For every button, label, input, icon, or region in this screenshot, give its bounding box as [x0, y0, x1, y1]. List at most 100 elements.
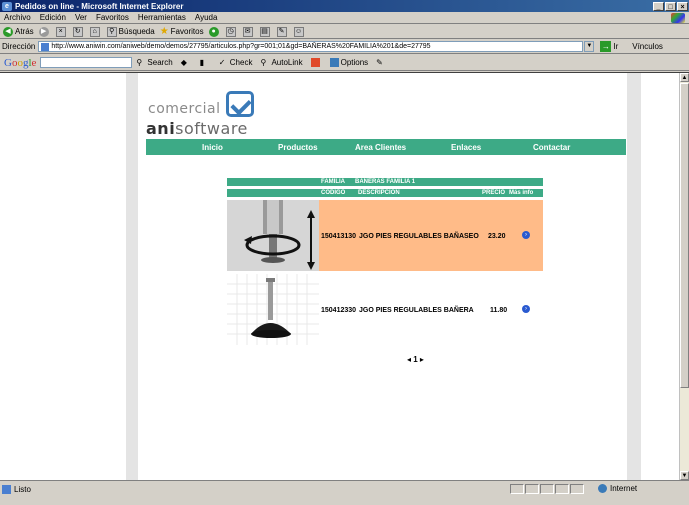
address-input[interactable]: http://www.aniwin.com/aniweb/demo/demos/… — [38, 41, 584, 52]
col-descripcion: DESCRIPCION — [358, 190, 400, 196]
window-title: Pedidos on line - Microsoft Internet Exp… — [15, 1, 184, 11]
search-button[interactable]: ⚲ Búsqueda — [106, 26, 155, 37]
popup-blocker-icon — [310, 58, 320, 67]
more-info-icon[interactable]: › — [522, 305, 530, 313]
status-panels — [510, 484, 584, 494]
messenger-icon: ☺ — [293, 26, 304, 37]
product-description: JGO PIES REGULABLES BAÑASEO — [359, 233, 479, 240]
menu-edicion[interactable]: Edición — [40, 13, 66, 22]
edit-icon: ✎ — [276, 26, 287, 37]
product-price: 11.80 — [490, 307, 508, 314]
forward-button[interactable]: ▶ — [38, 26, 51, 37]
table-row: 150412330 JGO PIES REGULABLES BAÑERA 11.… — [227, 274, 543, 345]
nav-inicio[interactable]: Inicio — [202, 143, 223, 152]
google-popup-blocker[interactable] — [310, 58, 322, 67]
vertical-scrollbar[interactable]: ▲ ▼ — [679, 73, 689, 481]
google-search-button[interactable]: ⚲ Search — [136, 58, 172, 67]
product-image[interactable] — [227, 200, 319, 271]
close-button[interactable]: × — [677, 1, 688, 11]
menu-ver[interactable]: Ver — [75, 13, 87, 22]
page-margin-left — [0, 73, 138, 481]
google-news-button[interactable]: ◆ — [181, 58, 192, 67]
scrollbar-thumb[interactable] — [680, 83, 689, 388]
scroll-down-arrow-icon[interactable]: ▼ — [680, 471, 689, 480]
back-label: Atrás — [15, 27, 34, 36]
scroll-up-arrow-icon[interactable]: ▲ — [680, 73, 689, 82]
google-pagerank-button[interactable]: ▮ — [200, 58, 211, 67]
google-search-icon: ⚲ — [136, 58, 143, 67]
menu-archivo[interactable]: Archivo — [4, 13, 31, 22]
autolink-icon: ⚲ — [260, 58, 267, 67]
menu-herramientas[interactable]: Herramientas — [138, 13, 186, 22]
links-button[interactable]: Vínculos — [632, 42, 663, 51]
home-button[interactable]: ⌂ — [89, 26, 102, 37]
status-text: Listo — [14, 485, 31, 494]
edit-button[interactable]: ✎ — [276, 26, 289, 37]
col-mas-info: Más info — [509, 190, 534, 196]
menu-favoritos[interactable]: Favoritos — [96, 13, 129, 22]
forward-arrow-icon: ▶ — [38, 26, 49, 37]
address-bar: Dirección http://www.aniwin.com/aniweb/d… — [0, 40, 689, 54]
table-header-row: CODIGO DESCRIPCION PRECIO Más info — [227, 189, 543, 197]
address-url: http://www.aniwin.com/aniweb/demo/demos/… — [51, 43, 431, 50]
status-panel — [570, 484, 584, 494]
messenger-button[interactable]: ☺ — [293, 26, 306, 37]
mail-button[interactable]: ✉ — [242, 26, 255, 37]
news-icon: ◆ — [180, 58, 187, 67]
status-panel — [525, 484, 539, 494]
search-icon: ⚲ — [106, 26, 117, 37]
google-highlight-button[interactable]: ✎ — [376, 58, 387, 67]
media-button[interactable]: ● — [208, 26, 221, 37]
home-icon: ⌂ — [89, 26, 100, 37]
windows-logo-icon — [671, 13, 685, 23]
zone-label: Internet — [610, 484, 638, 493]
checkmark-logo-icon — [226, 91, 254, 117]
go-button[interactable]: → Ir — [600, 41, 618, 52]
history-button[interactable]: ◷ — [225, 26, 238, 37]
minimize-button[interactable]: _ — [653, 1, 664, 11]
more-info-icon[interactable]: › — [522, 231, 530, 239]
logo-line1: comercial — [148, 101, 221, 117]
google-check-label: Check — [229, 58, 253, 67]
google-search-label: Search — [147, 58, 173, 67]
product-image[interactable] — [227, 274, 319, 345]
status-panel — [555, 484, 569, 494]
print-button[interactable]: ▤ — [259, 26, 272, 37]
family-label: FAMILIA — [321, 179, 345, 185]
google-check-button[interactable]: ✓ Check — [219, 58, 253, 67]
back-button[interactable]: ◀ Atrás — [3, 26, 34, 37]
globe-icon — [598, 484, 607, 493]
nav-area-clientes[interactable]: Area Clientes — [355, 143, 406, 152]
address-label: Dirección — [2, 42, 36, 51]
search-label: Búsqueda — [118, 27, 155, 36]
google-logo[interactable]: Google — [4, 57, 36, 69]
nav-enlaces[interactable]: Enlaces — [451, 143, 481, 152]
media-icon: ● — [208, 26, 219, 37]
site-logo[interactable]: comercial anisoftware — [146, 91, 266, 139]
nav-contactar[interactable]: Contactar — [533, 143, 570, 152]
logo-line2-light: software — [175, 119, 248, 138]
menu-ayuda[interactable]: Ayuda — [195, 13, 218, 22]
nav-productos[interactable]: Productos — [278, 143, 318, 152]
stop-button[interactable]: × — [55, 26, 68, 37]
google-autolink-button[interactable]: ⚲ AutoLink — [260, 58, 302, 67]
address-dropdown-button[interactable]: ▼ — [584, 41, 595, 52]
status-panel — [540, 484, 554, 494]
back-arrow-icon: ◀ — [3, 26, 13, 37]
maximize-button[interactable]: □ — [665, 1, 676, 11]
google-options-button[interactable]: Options — [329, 58, 368, 67]
favorites-button[interactable]: ★ Favoritos — [160, 26, 204, 37]
refresh-icon: ↻ — [72, 26, 83, 37]
page-content: comercial anisoftware Inicio Productos A… — [138, 73, 627, 481]
refresh-button[interactable]: ↻ — [72, 26, 85, 37]
pagination[interactable]: ◂ 1 ▸ — [407, 355, 424, 364]
history-icon: ◷ — [225, 26, 236, 37]
product-code: 150413130 — [321, 233, 357, 240]
product-price: 23.20 — [488, 233, 506, 240]
google-search-input[interactable] — [40, 57, 133, 68]
google-autolink-label: AutoLink — [271, 58, 303, 67]
logo-line2-bold: ani — [146, 119, 176, 138]
product-description: JGO PIES REGULABLES BAÑERA — [359, 307, 474, 314]
navigation-toolbar: ◀ Atrás ▶ × ↻ ⌂ ⚲ Búsqueda ★ Favoritos ●… — [0, 25, 689, 39]
security-zone: Internet — [598, 484, 637, 493]
